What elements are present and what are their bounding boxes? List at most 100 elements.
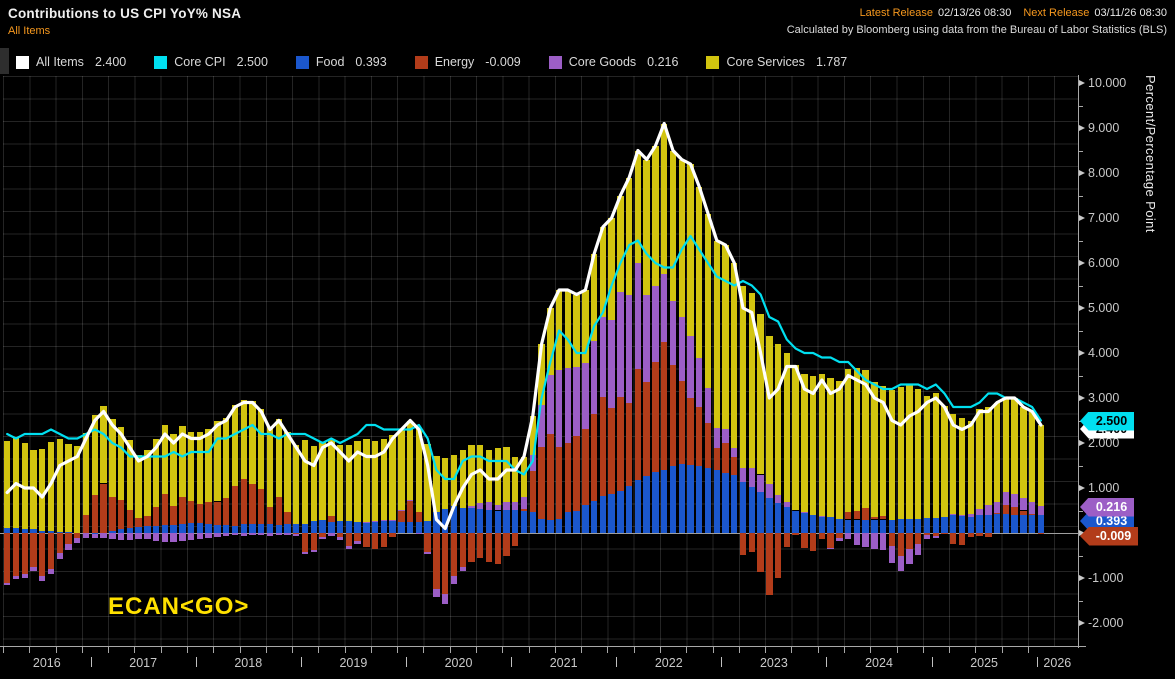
bar-segment	[223, 525, 230, 533]
bar-segment	[888, 533, 896, 547]
bar-segment	[774, 343, 782, 495]
y-minor-tick	[1079, 195, 1083, 197]
x-year-label-2023: 2023	[759, 656, 788, 670]
bar-segment	[687, 164, 694, 336]
bar-segment	[573, 294, 580, 367]
y-minor-tick	[1079, 465, 1083, 467]
x-quarter-tick	[1001, 646, 1003, 653]
legend-value: 0.216	[647, 55, 679, 69]
legend-item-all-items[interactable]: All Items 2.400	[16, 55, 126, 69]
bar-segment	[625, 402, 633, 486]
x-quarter-tick	[660, 646, 661, 653]
bar-segment	[985, 533, 992, 538]
bar-segment	[65, 544, 72, 550]
bar-segment	[836, 538, 843, 542]
legend-value: 2.500	[236, 55, 268, 69]
legend-label: All Items	[36, 55, 84, 69]
bar-segment	[529, 416, 536, 456]
x-quarter-tick	[344, 646, 346, 653]
bar-segment	[520, 456, 528, 498]
bar-segment	[801, 374, 808, 513]
bar-segment	[117, 533, 125, 540]
bar-segment	[56, 553, 63, 560]
bar-segment	[529, 471, 536, 512]
bar-segment	[47, 442, 55, 532]
bar-segment	[468, 445, 475, 506]
bar-segment	[783, 502, 791, 507]
bar-segment	[485, 502, 493, 510]
bar-segment	[82, 533, 90, 539]
bar-segment	[345, 444, 353, 522]
bar-segment	[792, 510, 799, 533]
x-quarter-tick	[738, 646, 740, 653]
y-major-tick	[1079, 79, 1085, 86]
bar-segment	[555, 370, 563, 447]
legend-item-food[interactable]: Food 0.393	[295, 55, 387, 69]
bar-segment	[748, 468, 755, 487]
bar-segment	[853, 519, 861, 533]
legend-item-core-goods[interactable]: Core Goods 0.216	[548, 55, 679, 69]
bar-segment	[223, 498, 230, 526]
bar-segment	[1020, 407, 1027, 498]
bar-segment	[888, 390, 896, 520]
bar-segment	[205, 524, 212, 533]
x-year-separator	[931, 657, 933, 667]
bar-segment	[844, 519, 852, 533]
bar-segment	[564, 442, 572, 513]
bar-segment	[1011, 398, 1018, 494]
latest-release-value: 02/13/26 08:30	[937, 7, 1012, 19]
bar-segment	[91, 533, 98, 539]
bar-segment	[818, 516, 826, 533]
bar-segment	[906, 533, 913, 550]
bar-segment	[258, 489, 265, 525]
bar-segment	[1002, 398, 1010, 492]
bar-segment	[205, 501, 212, 525]
bar-segment	[258, 524, 265, 533]
bar-segment	[82, 433, 90, 515]
bar-segment	[722, 429, 729, 443]
y-major-tick	[1079, 484, 1085, 491]
bar-segment	[617, 195, 624, 292]
bar-segment	[512, 502, 519, 511]
x-quarter-tick	[134, 646, 136, 653]
bar-segment	[100, 406, 107, 484]
bar-segment	[713, 427, 720, 449]
bar-segment	[547, 519, 554, 533]
legend-item-core-cpi[interactable]: Core CPI 2.500	[154, 55, 268, 69]
bar-segment	[126, 509, 134, 528]
bar-segment	[608, 493, 615, 533]
bar-segment	[590, 500, 598, 533]
bar-segment	[669, 301, 677, 366]
bar-segment	[1020, 497, 1027, 511]
bar-segment	[459, 533, 466, 567]
x-year-separator	[405, 657, 407, 667]
legend-item-core-services[interactable]: Core Services 1.787	[706, 55, 847, 69]
y-tick-label: -1.000	[1088, 570, 1124, 585]
bar-segment	[652, 285, 659, 362]
x-quarter-tick	[3, 646, 4, 653]
x-quarter-tick	[633, 646, 635, 653]
bar-segment	[704, 468, 712, 533]
bar-segment	[967, 514, 974, 517]
bar-segment	[923, 534, 931, 540]
x-year-separator	[1036, 657, 1038, 667]
bar-segment	[161, 425, 169, 494]
bar-segment	[56, 439, 63, 532]
y-tick-label: 10.000	[1088, 75, 1127, 90]
bar-segment	[433, 455, 440, 512]
bar-segment	[739, 533, 747, 556]
next-release-label: Next Release	[1023, 7, 1090, 19]
bar-segment	[687, 464, 694, 533]
bar-segment	[582, 505, 589, 533]
legend-swatch	[706, 55, 720, 69]
y-minor-tick	[1079, 510, 1083, 512]
ecan-go-annotation: ECAN<GO>	[108, 593, 250, 620]
bar-segment	[398, 510, 405, 522]
bar-segment	[293, 533, 300, 536]
bar-segment	[284, 511, 291, 525]
legend-item-energy[interactable]: Energy -0.009	[414, 55, 521, 69]
bar-segment	[170, 524, 177, 533]
x-quarter-tick	[554, 646, 556, 653]
bar-segment	[599, 396, 607, 496]
bar-segment	[757, 314, 764, 475]
